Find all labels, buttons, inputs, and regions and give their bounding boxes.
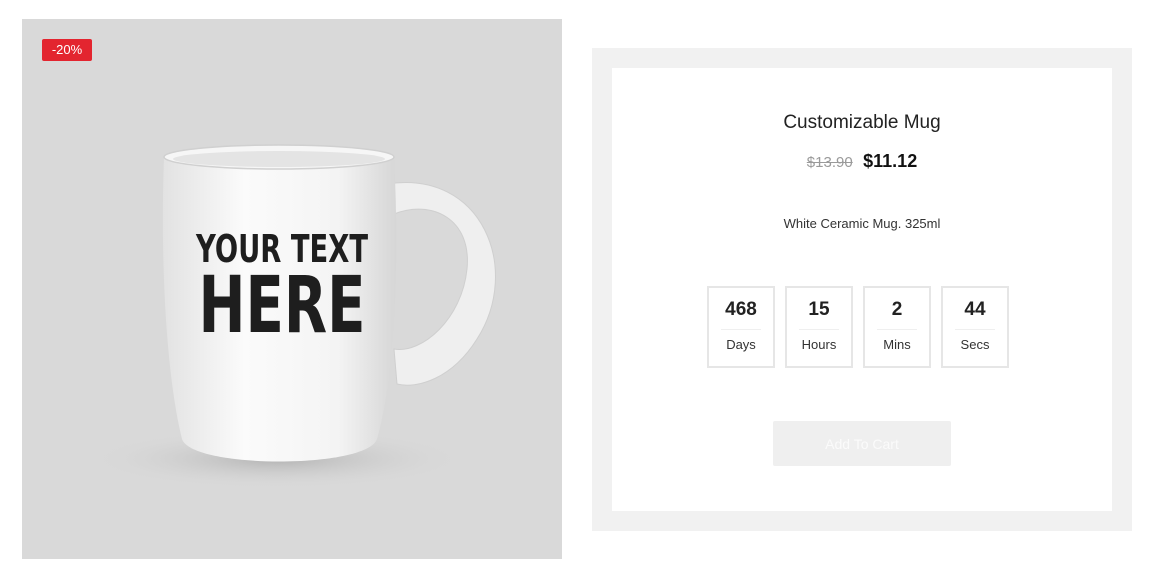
countdown-divider — [721, 329, 761, 330]
countdown-secs: 44 Secs — [941, 286, 1009, 368]
countdown-value: 468 — [725, 299, 757, 320]
mug-print-text: YOUR TEXT HERE — [196, 229, 369, 351]
product-image: YOUR TEXT HERE -20% — [22, 19, 562, 559]
price-row: $13.90 $11.12 — [612, 151, 1112, 172]
old-price: $13.90 — [806, 154, 853, 171]
countdown-days: 468 Days — [707, 286, 775, 368]
mug-print-line2: HERE — [198, 261, 366, 351]
countdown-mins: 2 Mins — [863, 286, 931, 368]
product-details-frame: Customizable Mug $13.90 $11.12 White Cer… — [592, 48, 1132, 531]
product-description: White Ceramic Mug. 325ml — [783, 216, 941, 231]
countdown-label: Hours — [801, 337, 837, 352]
countdown-label: Days — [726, 337, 756, 352]
countdown-hours: 15 Hours — [785, 286, 853, 368]
countdown-label: Secs — [960, 337, 990, 352]
countdown-label: Mins — [883, 337, 911, 352]
add-to-cart-button[interactable]: Add To Cart — [773, 421, 951, 466]
countdown-divider — [955, 329, 995, 330]
countdown-value: 2 — [891, 299, 903, 320]
countdown-divider — [799, 329, 839, 330]
countdown-value: 44 — [964, 299, 986, 320]
countdown-timer: 468 Days 15 Hours 2 Mins 44 Secs — [707, 286, 1009, 368]
product-details-card: Customizable Mug $13.90 $11.12 White Cer… — [612, 68, 1112, 511]
discount-badge: -20% — [42, 39, 92, 61]
new-price: $11.12 — [863, 151, 918, 171]
countdown-value: 15 — [808, 299, 830, 320]
countdown-divider — [877, 329, 917, 330]
product-title[interactable]: Customizable Mug — [612, 112, 1112, 134]
